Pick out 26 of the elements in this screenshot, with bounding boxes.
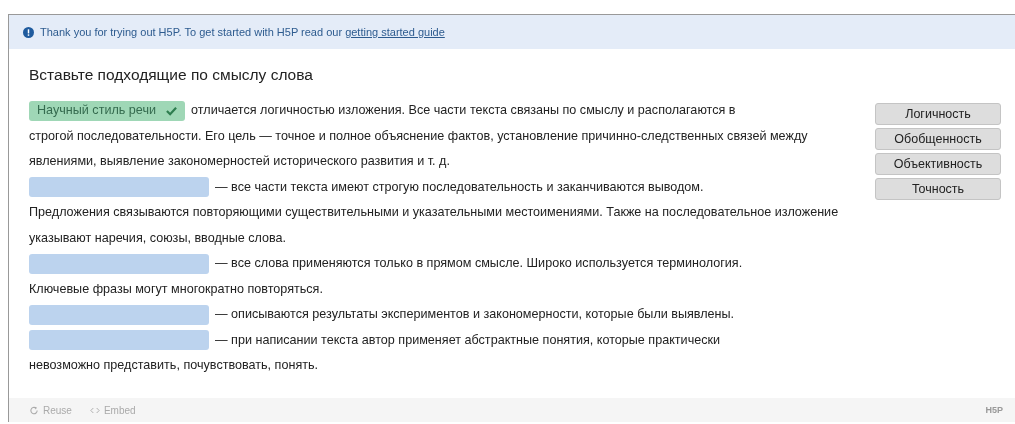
word-button[interactable]: Точность [875,178,1001,200]
paragraph-text: — при написании текста автор применяет абстрактные понятия, которые практически [215,331,721,349]
logo: H5P [985,405,1003,415]
check-icon [166,105,178,116]
paragraph-text: отличается логичностью изложения. Все части текста связаны по смыслу и располагаются в [191,102,736,119]
paragraph-text: — все слова применяются только в прямом смысле. Широко используется терминология. [215,255,743,272]
getting-started-link[interactable]: getting started guide [345,26,445,38]
paragraph-text: — все части текста имеют строгую последовательность и заканчиваются выводом. [215,178,704,196]
paragraph-text: Ключевые фразы могут многократно повторяться. [29,280,324,298]
word-button[interactable]: Логичность [875,103,1001,125]
paragraph-text: невозможно представить, почувствовать, понять. [29,357,320,374]
drop-zone[interactable] [29,177,209,198]
info-icon [23,26,34,38]
paragraph-text: Предложения связываются повторяющими существительными и указательными местоимениями. Также на последовательное изложение указывают наречия, союзы, вводные слова. [29,204,840,247]
word-button[interactable]: Объективность [875,153,1001,175]
drop-zone[interactable] [29,304,209,325]
notice-text: Thank you for trying out H5P. To get started with H5P read our getting started guide [40,26,445,38]
drop-zone[interactable]: Научный стиль речи [29,100,186,121]
drop-zone[interactable] [29,253,209,274]
paragraph-text: строгой последовательности. Его цель — точное и полное объяснение фактов, установление причинно-следственных связей между явлениями, выявление закономерностей исторического развития и т. д. [29,127,809,170]
paragraph-text: — описываются результаты экспериментов и закономерности, которые были выявлены. [215,306,735,323]
word-button[interactable]: Обобщенность [875,128,1001,150]
refresh-icon [29,405,39,415]
drop-zone[interactable] [29,330,209,351]
code-icon [89,405,100,415]
task-title: Вставьте подходящие по смыслу слова [29,66,314,84]
